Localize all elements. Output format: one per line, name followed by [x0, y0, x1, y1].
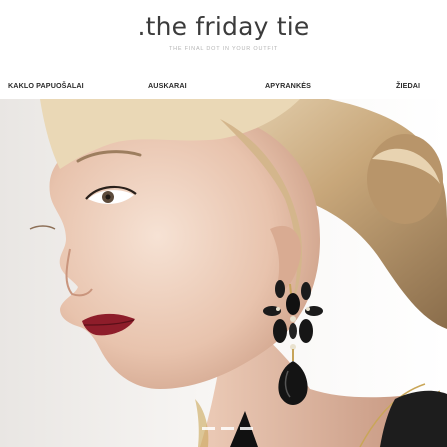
hero-image — [0, 99, 447, 447]
carousel-dot-3[interactable] — [240, 427, 253, 430]
nav-item-necklaces[interactable]: KAKLO PAPUOŠALAI — [8, 81, 84, 90]
carousel-indicators — [202, 427, 262, 433]
site-header: .the friday tie THE FINAL DOT IN YOUR OU… — [0, 0, 447, 98]
hero-banner[interactable] — [0, 99, 447, 447]
main-nav: KAKLO PAPUOŠALAI AUSKARAI APYRANKĖS ŽIED… — [0, 81, 447, 93]
nav-item-bracelets[interactable]: APYRANKĖS — [265, 81, 311, 90]
nav-item-rings[interactable]: ŽIEDAI — [396, 81, 420, 90]
site-tagline: THE FINAL DOT IN YOUR OUTFIT — [168, 46, 279, 52]
carousel-dot-1[interactable] — [202, 427, 215, 430]
carousel-dot-2[interactable] — [221, 427, 234, 430]
nav-item-earrings[interactable]: AUSKARAI — [148, 81, 187, 90]
site-logo[interactable]: .the friday tie — [0, 12, 447, 41]
